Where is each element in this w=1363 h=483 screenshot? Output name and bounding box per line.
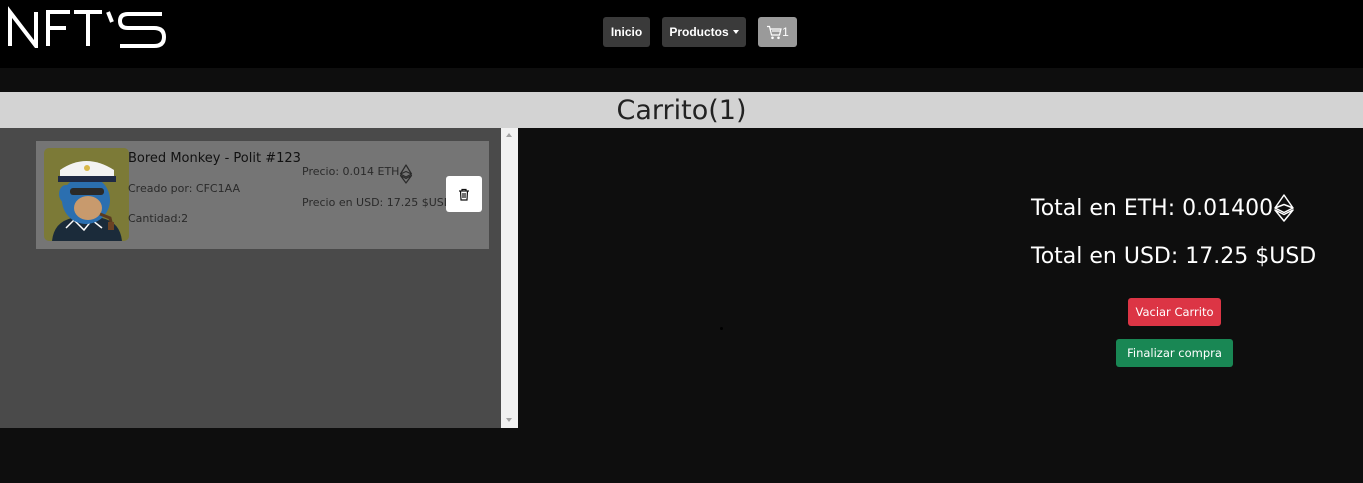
item-price-usd: Precio en USD: 17.25 $USD (302, 196, 453, 209)
page-title-bar: Carrito(1) (0, 92, 1363, 128)
empty-cart-button[interactable]: Vaciar Carrito (1128, 298, 1221, 326)
nav-inicio-button[interactable]: Inicio (603, 17, 650, 47)
checkout-label: Finalizar compra (1127, 346, 1222, 360)
empty-cart-label: Vaciar Carrito (1135, 305, 1214, 319)
nav-productos-dropdown[interactable]: Productos (662, 17, 746, 47)
cart-scrollbar[interactable] (501, 128, 518, 428)
scroll-up-arrow-icon[interactable] (506, 133, 512, 137)
chevron-down-icon (732, 30, 739, 34)
ethereum-icon (1274, 194, 1294, 222)
nav-inicio-label: Inicio (610, 25, 643, 39)
cart-icon (767, 25, 782, 39)
page-title: Carrito(1) (616, 94, 747, 126)
nav-cart-button[interactable]: 1 (758, 17, 797, 47)
navbar: Inicio Productos 1 (0, 0, 1363, 68)
scroll-down-arrow-icon[interactable] (506, 418, 512, 422)
nav-productos-label: Productos (669, 25, 729, 39)
ethereum-icon (399, 164, 413, 184)
delete-item-button[interactable] (446, 176, 482, 212)
checkout-button[interactable]: Finalizar compra (1116, 339, 1233, 367)
nfts-logo[interactable] (4, 4, 169, 48)
item-name: Bored Monkey - Polit #123 (128, 151, 301, 166)
trash-icon (459, 188, 469, 201)
item-quantity: Cantidad:2 (128, 212, 189, 225)
item-price-eth: Precio: 0.014 ETH (302, 165, 400, 178)
stray-dot (720, 327, 723, 330)
total-usd: Total en USD: 17.25 $USD (1031, 244, 1317, 269)
total-eth: Total en ETH: 0.01400 (1031, 196, 1274, 221)
cart-count: 1 (782, 25, 789, 39)
bored-ape-nft-image (44, 148, 129, 241)
item-creator: Creado por: CFC1AA (128, 182, 240, 195)
